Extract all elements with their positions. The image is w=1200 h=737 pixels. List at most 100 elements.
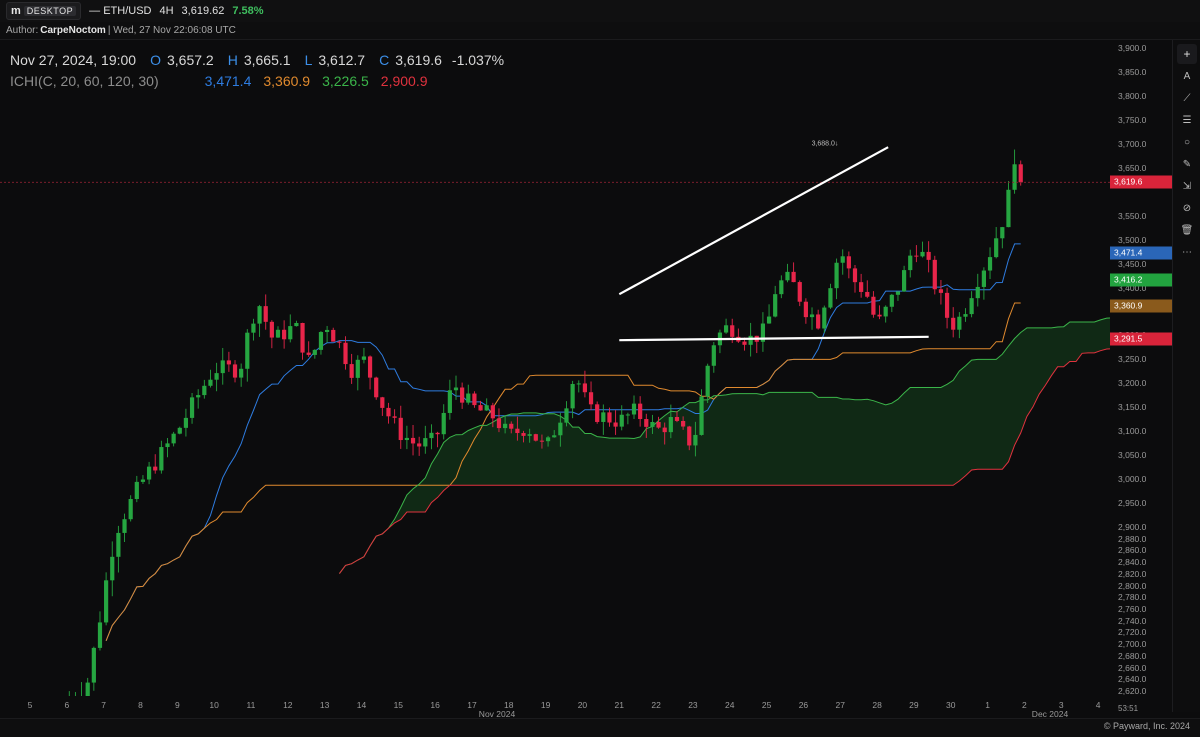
candle-body (159, 447, 164, 471)
candle-body (859, 282, 864, 292)
candle-body (914, 255, 919, 257)
candle-body (361, 356, 367, 360)
price-tag: 3,619.6 (1110, 175, 1172, 189)
upper-trendline[interactable] (618, 146, 889, 296)
candle-body (300, 322, 305, 353)
candle-body (183, 417, 189, 428)
hide-icon[interactable]: ⊘ (1177, 198, 1197, 218)
high-value: 3,665.1 (243, 52, 291, 68)
time-tick: 20 (577, 700, 588, 710)
span-b-value: 2,900.9 (380, 73, 428, 89)
candle-body (515, 428, 520, 434)
lower-trendline[interactable] (619, 335, 929, 342)
candle-body (220, 360, 225, 374)
candle-body (134, 481, 139, 500)
candle-body (889, 294, 894, 307)
plus-icon[interactable]: + (1177, 44, 1197, 64)
candle-body (306, 352, 311, 355)
desktop-badge[interactable]: m DESKTOP (6, 2, 82, 20)
time-tick: 13 (319, 700, 330, 710)
candle-body (883, 306, 888, 317)
trading-app: m DESKTOP — ETH/USD 4H 3,619.62 7.58% Au… (0, 0, 1200, 737)
price-tick: 2,950.0 (1118, 498, 1147, 509)
candle-body (171, 433, 176, 444)
candle-body (705, 365, 710, 397)
timeframe-label[interactable]: 4H (159, 5, 173, 17)
candle-body (496, 418, 502, 429)
price-chart[interactable]: 3,688.0↓ (0, 40, 1110, 712)
close-key: C (379, 52, 390, 68)
candle-body (545, 437, 551, 442)
cloud-fill (339, 317, 1110, 574)
time-tick: 21 (614, 700, 624, 710)
circle-icon[interactable]: ○ (1177, 132, 1197, 152)
menu-icon[interactable]: ☰ (1177, 110, 1197, 130)
candle-body (165, 443, 170, 448)
candle-body (472, 393, 477, 406)
candle-body (895, 291, 901, 295)
line-icon[interactable]: ⟋ (1177, 88, 1197, 108)
candle-body (1000, 227, 1005, 239)
candle-body (748, 335, 753, 345)
candle-body (521, 433, 526, 436)
price-tick: 2,840.0 (1118, 557, 1147, 568)
price-tick: 3,700.0 (1118, 138, 1147, 149)
trash-icon[interactable]: 🗑 (1177, 220, 1197, 240)
candle-body (662, 427, 667, 433)
high-key: H (227, 52, 238, 68)
candle-body (466, 393, 471, 403)
candle-body (711, 345, 716, 366)
time-tick: 26 (798, 700, 809, 710)
ichimoku-cloud (339, 317, 1110, 574)
candle-body (251, 323, 256, 333)
candle-body (337, 341, 342, 343)
candle-body (226, 360, 231, 365)
time-tick: 11 (246, 700, 256, 710)
candle-body (245, 332, 250, 369)
price-tick: 3,550.0 (1118, 210, 1147, 221)
time-tick: 10 (209, 700, 219, 710)
candle-body (920, 251, 925, 257)
candle-body (380, 397, 385, 408)
candle-body (644, 419, 649, 427)
candle-body (85, 682, 90, 696)
time-tick: 22 (651, 700, 661, 710)
candle-body (533, 434, 538, 441)
candle-body (116, 532, 121, 557)
candle-body (773, 294, 778, 317)
candle-body (312, 349, 317, 355)
candle-body (417, 443, 422, 447)
candle-body (374, 377, 379, 398)
candle-body (398, 417, 403, 441)
price-tick: 3,650.0 (1118, 162, 1147, 173)
candle-body (527, 434, 532, 436)
time-tick: 25 (761, 700, 772, 710)
price-tick: 2,700.0 (1118, 639, 1147, 650)
symbol-label[interactable]: — ETH/USD (89, 5, 151, 17)
kraken-logo-icon: m (11, 5, 21, 17)
candle-body (723, 325, 729, 333)
candle-body (951, 317, 956, 330)
candle-body (275, 329, 281, 338)
bar-change: -1.037% (451, 52, 505, 68)
indicator-legend[interactable]: ICHI(C, 20, 60, 120, 30) 3,471.4 3,360.9… (10, 73, 440, 89)
settings-icon[interactable]: ⋯ (1177, 242, 1197, 262)
candle-body (1018, 164, 1023, 183)
price-tag: 3,360.9 (1110, 299, 1172, 313)
candle-body (730, 325, 735, 337)
price-tick: 2,780.0 (1118, 592, 1147, 603)
candle-body (938, 289, 944, 293)
time-tick: 30 (946, 700, 956, 710)
measure-icon[interactable]: ⇲ (1177, 176, 1197, 196)
candle-body (607, 412, 612, 423)
text-icon[interactable]: A (1177, 66, 1197, 86)
candle-body (122, 519, 127, 533)
price-tick: 3,850.0 (1118, 66, 1147, 77)
candle-body (429, 432, 434, 439)
time-tick: 14 (356, 700, 367, 710)
candle-body (331, 329, 336, 342)
brush-icon[interactable]: ✎ (1177, 154, 1197, 174)
candle-body (447, 390, 452, 413)
candle-body (263, 306, 268, 322)
candle-body (668, 416, 673, 433)
